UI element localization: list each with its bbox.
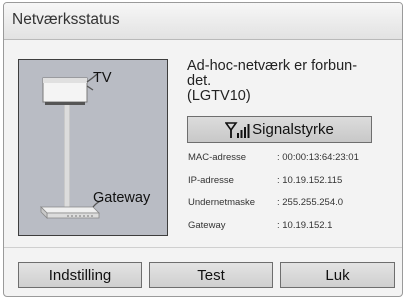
network-diagram: TV Gateway [18,59,168,236]
title-bar: Netværksstatus [4,3,402,40]
settings-button[interactable]: Indstilling [18,262,142,288]
connection-status: Ad-hoc-netværk er forbun- det. (LGTV10) [187,59,357,104]
signal-strength-button[interactable]: Signalstyrke [187,116,372,143]
gateway-address-value: : 10.19.152.1 [277,219,333,231]
tv-icon [42,74,98,105]
subnet-mask-value: : 255.255.254.0 [277,197,344,208]
signal-strength-icon [225,121,250,138]
status-line-1: Ad-hoc-netværk er forbun- [187,58,358,74]
network-status-dialog: Netværksstatus TV Gateway Ad-hoc-netværk… [3,2,403,297]
status-line-2: det. [187,73,212,89]
subnet-mask-label: Undernetmaske [188,197,256,208]
status-line-3: (LGTV10) [187,88,251,104]
connection-line [64,102,70,210]
gateway-address-label: Gateway [188,219,226,231]
dialog-title: Netværksstatus [12,11,120,28]
divider [4,247,402,248]
ip-address-label: IP-adresse [188,174,234,186]
mac-address-label: MAC-adresse [188,152,247,163]
gateway-label: Gateway [93,190,151,206]
ip-address-value: : 10.19.152.115 [277,174,343,186]
test-button[interactable]: Test [149,262,273,288]
mac-address-value: : 00:00:13:64:23:01 [277,152,359,163]
signal-strength-label: Signalstyrke [252,121,334,138]
tv-label: TV [93,70,112,86]
close-button[interactable]: Luk [280,262,395,288]
